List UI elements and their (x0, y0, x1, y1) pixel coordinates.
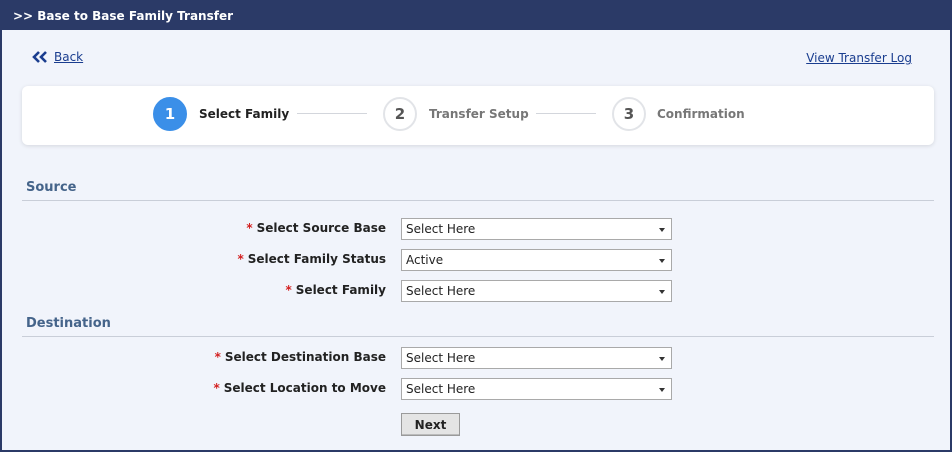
step-1-indicator: 1 (153, 97, 187, 131)
destination-base-label-text: Select Destination Base (224, 350, 386, 364)
app-window: >> Base to Base Family Transfer Back Vie… (0, 0, 952, 452)
window-title: >> Base to Base Family Transfer (2, 2, 950, 30)
family-value: Select Here (406, 284, 476, 298)
family-status-label-text: Select Family Status (247, 252, 386, 266)
required-marker: * (285, 283, 292, 297)
chevron-down-icon (659, 228, 665, 232)
step-connector (297, 113, 367, 114)
chevron-down-icon (659, 290, 665, 294)
family-status-value: Active (406, 253, 444, 267)
step-2-label: Transfer Setup (429, 107, 529, 121)
step-1-label: Select Family (199, 107, 290, 121)
location-label: * Select Location to Move (213, 381, 386, 395)
step-3-indicator: 3 (612, 97, 646, 131)
destination-base-select[interactable]: Select Here (401, 347, 672, 369)
destination-base-label: * Select Destination Base (215, 350, 386, 364)
section-divider (22, 200, 934, 201)
chevron-down-icon (659, 357, 665, 361)
step-connector (536, 113, 596, 114)
family-status-label: * Select Family Status (237, 252, 386, 266)
required-marker: * (213, 381, 220, 395)
required-marker: * (237, 252, 244, 266)
chevron-down-icon (659, 388, 665, 392)
next-button[interactable]: Next (401, 413, 460, 436)
back-link[interactable]: Back (32, 50, 83, 64)
destination-section-title: Destination (26, 316, 111, 331)
location-value: Select Here (406, 382, 476, 396)
step-2-indicator: 2 (383, 97, 417, 131)
location-label-text: Select Location to Move (223, 381, 386, 395)
family-label-text: Select Family (295, 283, 386, 297)
section-divider (22, 336, 934, 337)
family-select[interactable]: Select Here (401, 280, 672, 302)
source-base-select[interactable]: Select Here (401, 218, 672, 240)
destination-base-value: Select Here (406, 351, 476, 365)
source-section-title: Source (26, 180, 77, 195)
double-chevron-left-icon (32, 51, 48, 63)
location-select[interactable]: Select Here (401, 378, 672, 400)
family-label: * Select Family (286, 283, 387, 297)
family-status-select[interactable]: Active (401, 249, 672, 271)
source-base-label-text: Select Source Base (256, 221, 386, 235)
required-marker: * (214, 350, 221, 364)
view-transfer-log-link[interactable]: View Transfer Log (806, 51, 912, 65)
required-marker: * (246, 221, 253, 235)
back-link-label: Back (54, 50, 84, 64)
source-base-value: Select Here (406, 222, 476, 236)
chevron-down-icon (659, 259, 665, 263)
step-3-label: Confirmation (657, 107, 745, 121)
wizard-stepper: 1 Select Family 2 Transfer Setup 3 Confi… (22, 86, 934, 145)
source-base-label: * Select Source Base (246, 221, 386, 235)
